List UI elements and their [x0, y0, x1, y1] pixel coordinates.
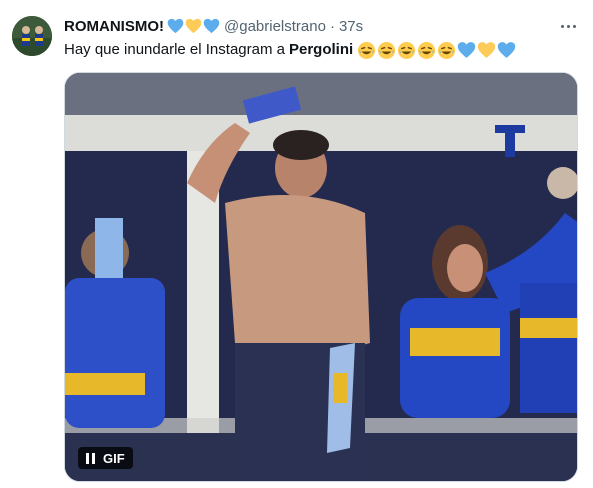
blue-heart-icon: [167, 18, 184, 34]
blue-heart-icon: [203, 18, 220, 34]
laughing-emoji-icon: [438, 41, 456, 59]
tweet-text-body: Hay que inundarle el Instagram a: [64, 41, 285, 58]
separator-dot: ·: [329, 17, 335, 35]
timestamp[interactable]: 37s: [339, 18, 363, 35]
laughing-emoji-icon: [378, 41, 396, 59]
more-dot-icon: [566, 24, 570, 28]
author-handle[interactable]: @gabrielstrano: [224, 18, 326, 35]
yellow-heart-icon: [185, 18, 202, 34]
mention-text: Pergolini: [288, 41, 354, 58]
blue-heart-icon: [497, 42, 516, 58]
laughing-emoji-icon: [418, 41, 436, 59]
more-options-button[interactable]: [557, 16, 579, 36]
avatar[interactable]: [12, 16, 52, 56]
gif-frame-image: [65, 73, 577, 481]
emoji-row: [357, 41, 516, 60]
gif-label: GIF: [103, 450, 125, 466]
blue-heart-icon: [457, 42, 476, 58]
gif-media[interactable]: GIF: [64, 72, 578, 482]
laughing-emoji-icon: [398, 41, 416, 59]
laughing-emoji-icon: [358, 41, 376, 59]
pause-icon: [86, 452, 95, 464]
author-name-hearts: [167, 18, 220, 34]
tweet-header: ROMANISMO! @gabrielstrano · 37s: [64, 14, 577, 38]
author-name[interactable]: ROMANISMO!: [64, 18, 164, 35]
gif-badge[interactable]: GIF: [78, 447, 133, 469]
more-dot-icon: [572, 24, 576, 28]
tweet-text: Hay que inundarle el Instagram a Pergoli…: [64, 40, 577, 60]
yellow-heart-icon: [477, 42, 496, 58]
more-dot-icon: [560, 24, 564, 28]
